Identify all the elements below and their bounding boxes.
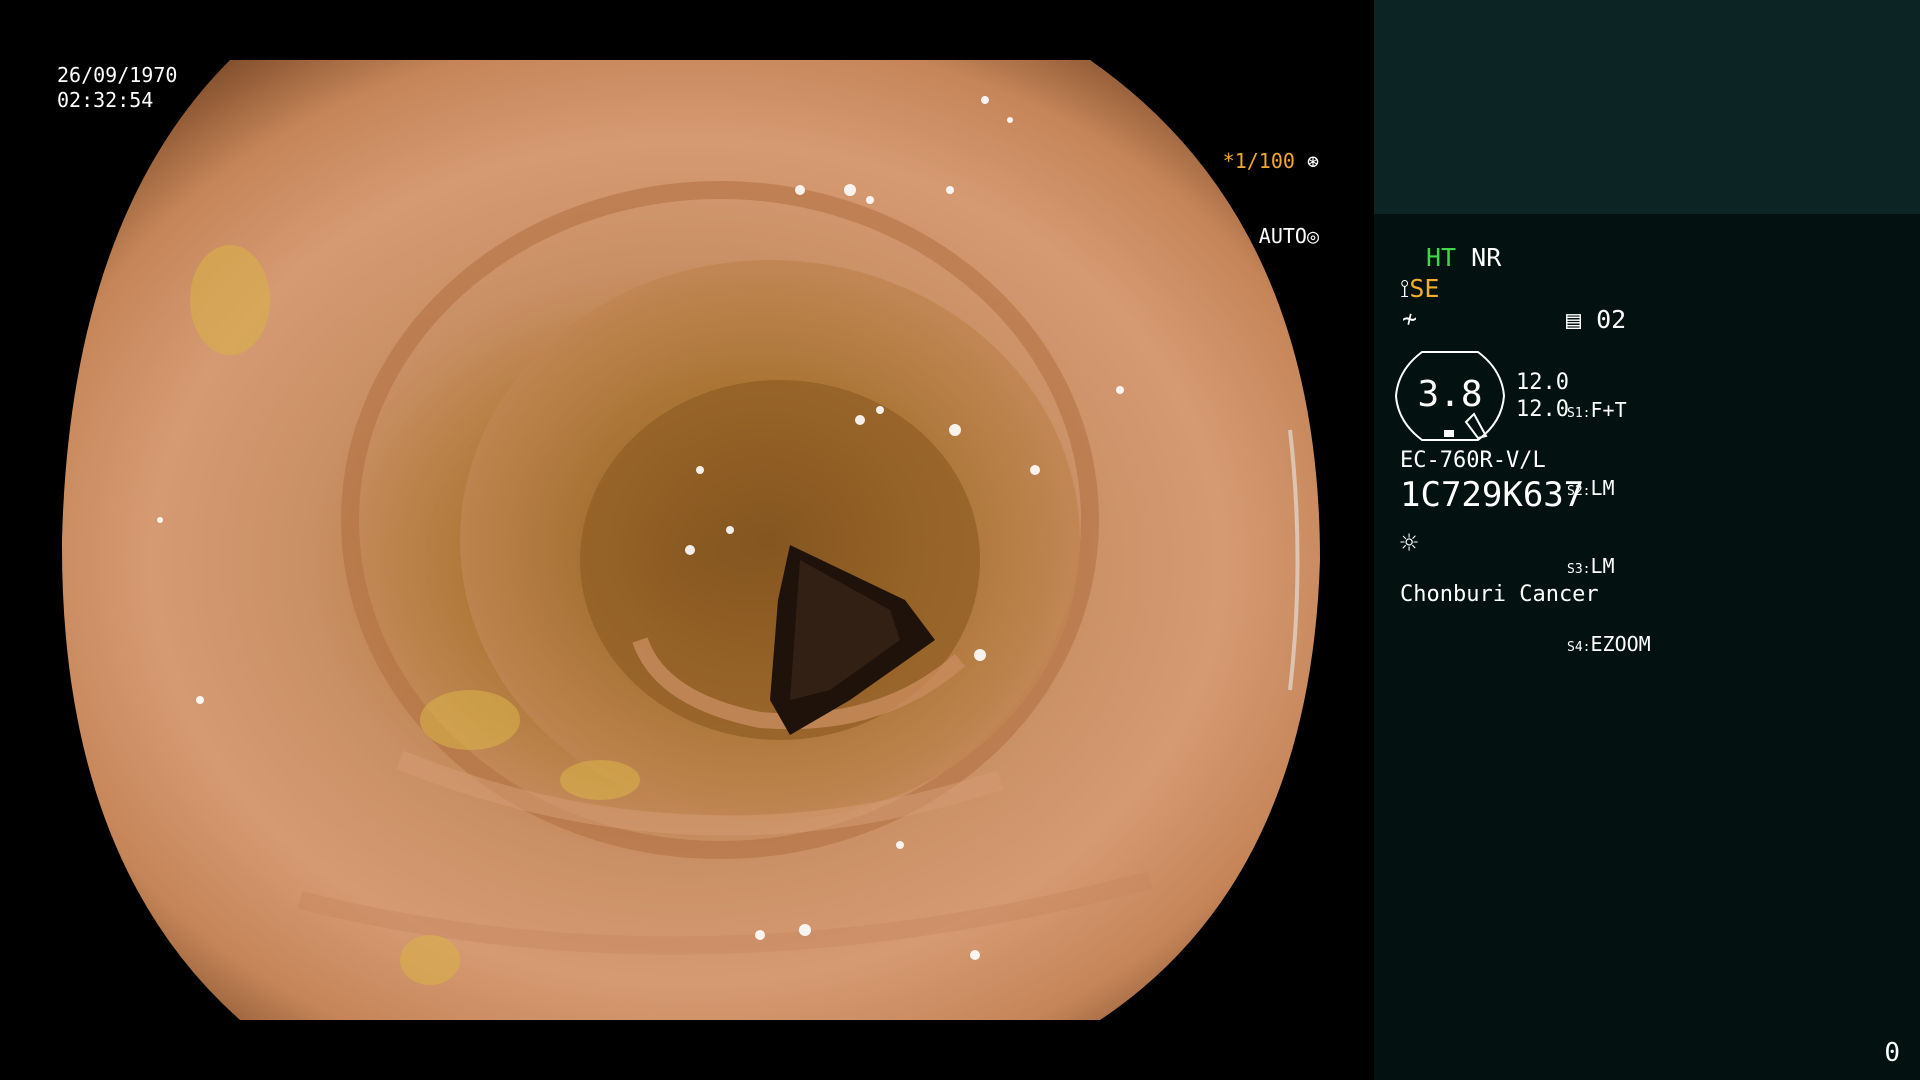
status-panel: HT NR ⟟SE ≁ ▤ 02 3.8 12.0 12.0 S1:F+T S2… <box>1374 0 1920 1080</box>
timestamp: 26/09/1970 02:32:54 <box>57 63 177 113</box>
iris-mode: AUTO <box>1258 224 1307 248</box>
gauge-side-bottom: 12.0 <box>1516 397 1569 422</box>
memory-slot: 02 <box>1596 305 1627 334</box>
nr-indicator: NR <box>1471 243 1502 272</box>
scope-serial: 1C729K637 <box>1400 475 1585 515</box>
shutter-icon: ⊛ <box>1294 149 1319 173</box>
panel-header-area <box>1374 0 1920 214</box>
light-source-icon: ☼ <box>1400 526 1419 561</box>
memory-row: ▤ 02 <box>1566 306 1626 334</box>
switch-item: S3:LM <box>1567 554 1615 578</box>
color-icon: ≁ <box>1402 304 1418 333</box>
colon-lumen-image <box>61 60 1320 1020</box>
iris-row: AUTO◎ <box>1223 224 1319 249</box>
se-indicator: SE <box>1409 274 1440 303</box>
shutter-row: *1/100 ⊛ <box>1223 149 1319 174</box>
switch-item: S1:F+T <box>1567 398 1627 422</box>
switch-list: S1:F+T S2:LM S3:LM S4:EZOOM <box>1567 348 1651 710</box>
exposure-status: *1/100 ⊛ AUTO◎ <box>1223 99 1319 299</box>
date-text: 26/09/1970 <box>57 63 178 87</box>
time-text: 02:32:54 <box>57 88 154 112</box>
shutter-value: *1/100 <box>1222 149 1295 173</box>
gauge-value: 3.8 <box>1417 374 1483 415</box>
switch-item: S4:EZOOM <box>1567 632 1651 656</box>
frame-counter: 0 <box>1884 1038 1900 1068</box>
endoscope-image-area: 26/09/1970 02:32:54 *1/100 ⊛ AUTO◎ <box>0 0 1374 1080</box>
se-row: ⟟SE <box>1400 275 1439 303</box>
memory-card-icon: ▤ <box>1566 305 1582 334</box>
ht-indicator: HT <box>1426 243 1457 272</box>
iris-icon: ◎ <box>1306 224 1319 248</box>
processing-modes: HT NR <box>1426 244 1501 272</box>
gauge-side-top: 12.0 <box>1516 370 1569 395</box>
enhance-icon: ⟟ <box>1400 274 1410 303</box>
institution-name: Chonburi Cancer <box>1400 582 1599 607</box>
scope-model: EC-760R-V/L <box>1400 448 1546 473</box>
